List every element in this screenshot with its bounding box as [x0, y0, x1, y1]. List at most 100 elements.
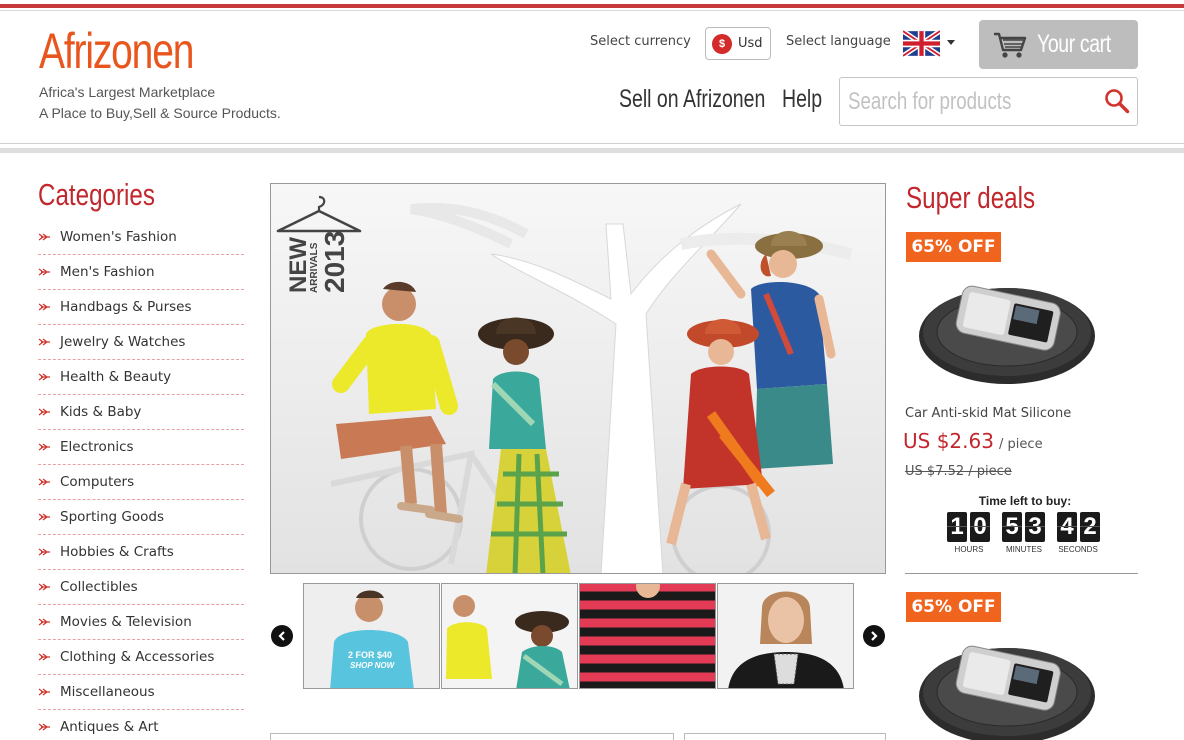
- category-item[interactable]: Movies & Television: [38, 605, 244, 640]
- category-item[interactable]: Computers: [38, 465, 244, 500]
- search-input[interactable]: [848, 86, 1098, 118]
- category-label: Antiques & Art: [60, 719, 159, 735]
- search-box: [839, 77, 1138, 126]
- category-label: Movies & Television: [60, 614, 192, 630]
- category-item[interactable]: Clothing & Accessories: [38, 640, 244, 675]
- cart-icon: [994, 32, 1027, 58]
- double-arrow-icon: [38, 688, 50, 696]
- thumbnail-striped-top: [580, 584, 715, 688]
- anti-skid-mat-image[interactable]: [912, 274, 1102, 389]
- category-label: Hobbies & Crafts: [60, 544, 174, 560]
- countdown-digit: 5: [1002, 512, 1022, 542]
- category-item[interactable]: Antiques & Art: [38, 710, 244, 740]
- chevron-down-icon[interactable]: [947, 40, 955, 45]
- deal-price-amount: US $2.63: [903, 429, 994, 453]
- thumbnail-man-tshirt: 2 FOR $40 SHOP NOW: [304, 584, 439, 688]
- search-icon[interactable]: [1104, 88, 1130, 114]
- header-divider: [0, 143, 1184, 144]
- category-label: Collectibles: [60, 579, 138, 595]
- double-arrow-icon: [38, 303, 50, 311]
- category-item[interactable]: Men's Fashion: [38, 255, 244, 290]
- double-arrow-icon: [38, 723, 50, 731]
- category-label: Men's Fashion: [60, 264, 155, 280]
- next-slide-button[interactable]: [863, 625, 885, 647]
- tagline-secondary: A Place to Buy,Sell & Source Products.: [39, 105, 281, 121]
- content-panel-left: [270, 733, 674, 740]
- double-arrow-icon: [38, 618, 50, 626]
- new-arrivals-badge: NEW ARRIVALS 2013: [276, 195, 362, 293]
- top-stripe-line: [0, 10, 1184, 11]
- currency-select[interactable]: $ Usd: [705, 27, 771, 60]
- countdown-minutes-label: MINUTES: [1006, 545, 1042, 554]
- thumbnail-promo-text: 2 FOR $40: [348, 650, 392, 660]
- site-logo[interactable]: Afrizonen: [39, 22, 194, 80]
- category-item[interactable]: Kids & Baby: [38, 395, 244, 430]
- category-item[interactable]: Jewelry & Watches: [38, 325, 244, 360]
- double-arrow-icon: [38, 583, 50, 591]
- category-item[interactable]: Handbags & Purses: [38, 290, 244, 325]
- category-item[interactable]: Sporting Goods: [38, 500, 244, 535]
- category-label: Women's Fashion: [60, 229, 177, 245]
- thumbnail-4[interactable]: [717, 583, 854, 689]
- category-label: Computers: [60, 474, 135, 490]
- category-item[interactable]: Collectibles: [38, 570, 244, 605]
- thumbnail-3[interactable]: [579, 583, 716, 689]
- category-label: Health & Beauty: [60, 369, 172, 385]
- double-arrow-icon: [38, 233, 50, 241]
- category-label: Sporting Goods: [60, 509, 164, 525]
- double-arrow-icon: [38, 443, 50, 451]
- double-arrow-icon: [38, 513, 50, 521]
- category-item[interactable]: Women's Fashion: [38, 220, 244, 255]
- cart-label: Your cart: [1037, 30, 1111, 58]
- prev-slide-button[interactable]: [271, 625, 293, 647]
- category-label: Electronics: [60, 439, 134, 455]
- category-list: Women's Fashion Men's Fashion Handbags &…: [38, 220, 244, 740]
- countdown-digit: 4: [1057, 512, 1077, 542]
- countdown-digit: 1: [947, 512, 967, 542]
- anti-skid-mat-image[interactable]: [912, 634, 1102, 740]
- badge-year-text: 2013: [319, 231, 350, 293]
- discount-badge: 65% OFF: [906, 592, 1001, 622]
- countdown-label: Time left to buy:: [978, 494, 1072, 508]
- double-arrow-icon: [38, 653, 50, 661]
- cart-button[interactable]: Your cart: [979, 20, 1138, 69]
- category-label: Handbags & Purses: [60, 299, 192, 315]
- category-item[interactable]: Electronics: [38, 430, 244, 465]
- fashion-banner-image: [271, 184, 885, 573]
- thumbnail-shop-text: SHOP NOW: [350, 661, 396, 670]
- category-label: Clothing & Accessories: [60, 649, 215, 665]
- header-divider-bar: [0, 148, 1184, 153]
- double-arrow-icon: [38, 268, 50, 276]
- categories-title: Categories: [38, 177, 155, 212]
- uk-flag-icon[interactable]: [903, 30, 940, 57]
- thumbnail-couple: [442, 584, 577, 688]
- dollar-icon: $: [712, 33, 732, 54]
- nav-sell-link[interactable]: Sell on Afrizonen: [619, 85, 765, 114]
- content-panel-right: [684, 733, 886, 740]
- category-item[interactable]: Miscellaneous: [38, 675, 244, 710]
- super-deals-title: Super deals: [906, 180, 1036, 215]
- category-label: Miscellaneous: [60, 684, 155, 700]
- category-item[interactable]: Hobbies & Crafts: [38, 535, 244, 570]
- nav-help-link[interactable]: Help: [782, 85, 822, 114]
- countdown-hours-label: HOURS: [954, 545, 984, 554]
- category-label: Kids & Baby: [60, 404, 142, 420]
- currency-label: Select currency: [590, 34, 691, 49]
- double-arrow-icon: [38, 548, 50, 556]
- hero-banner[interactable]: [270, 183, 886, 574]
- deal-product-name[interactable]: Car Anti-skid Mat Silicone: [905, 406, 1071, 421]
- double-arrow-icon: [38, 408, 50, 416]
- chevron-right-icon: [871, 631, 878, 641]
- thumbnail-2[interactable]: [441, 583, 578, 689]
- badge-new-text: NEW: [285, 237, 312, 293]
- thumbnail-1[interactable]: 2 FOR $40 SHOP NOW: [303, 583, 440, 689]
- countdown-digit: 3: [1025, 512, 1045, 542]
- category-item[interactable]: Health & Beauty: [38, 360, 244, 395]
- deal-price: US $2.63 / piece: [903, 429, 1043, 453]
- chevron-left-icon: [278, 631, 285, 641]
- tagline-primary: Africa's Largest Marketplace: [39, 84, 216, 100]
- language-label: Select language: [786, 34, 891, 49]
- countdown-digit: 0: [970, 512, 990, 542]
- currency-value: Usd: [738, 36, 763, 51]
- thumbnail-woman-jacket: [718, 584, 853, 688]
